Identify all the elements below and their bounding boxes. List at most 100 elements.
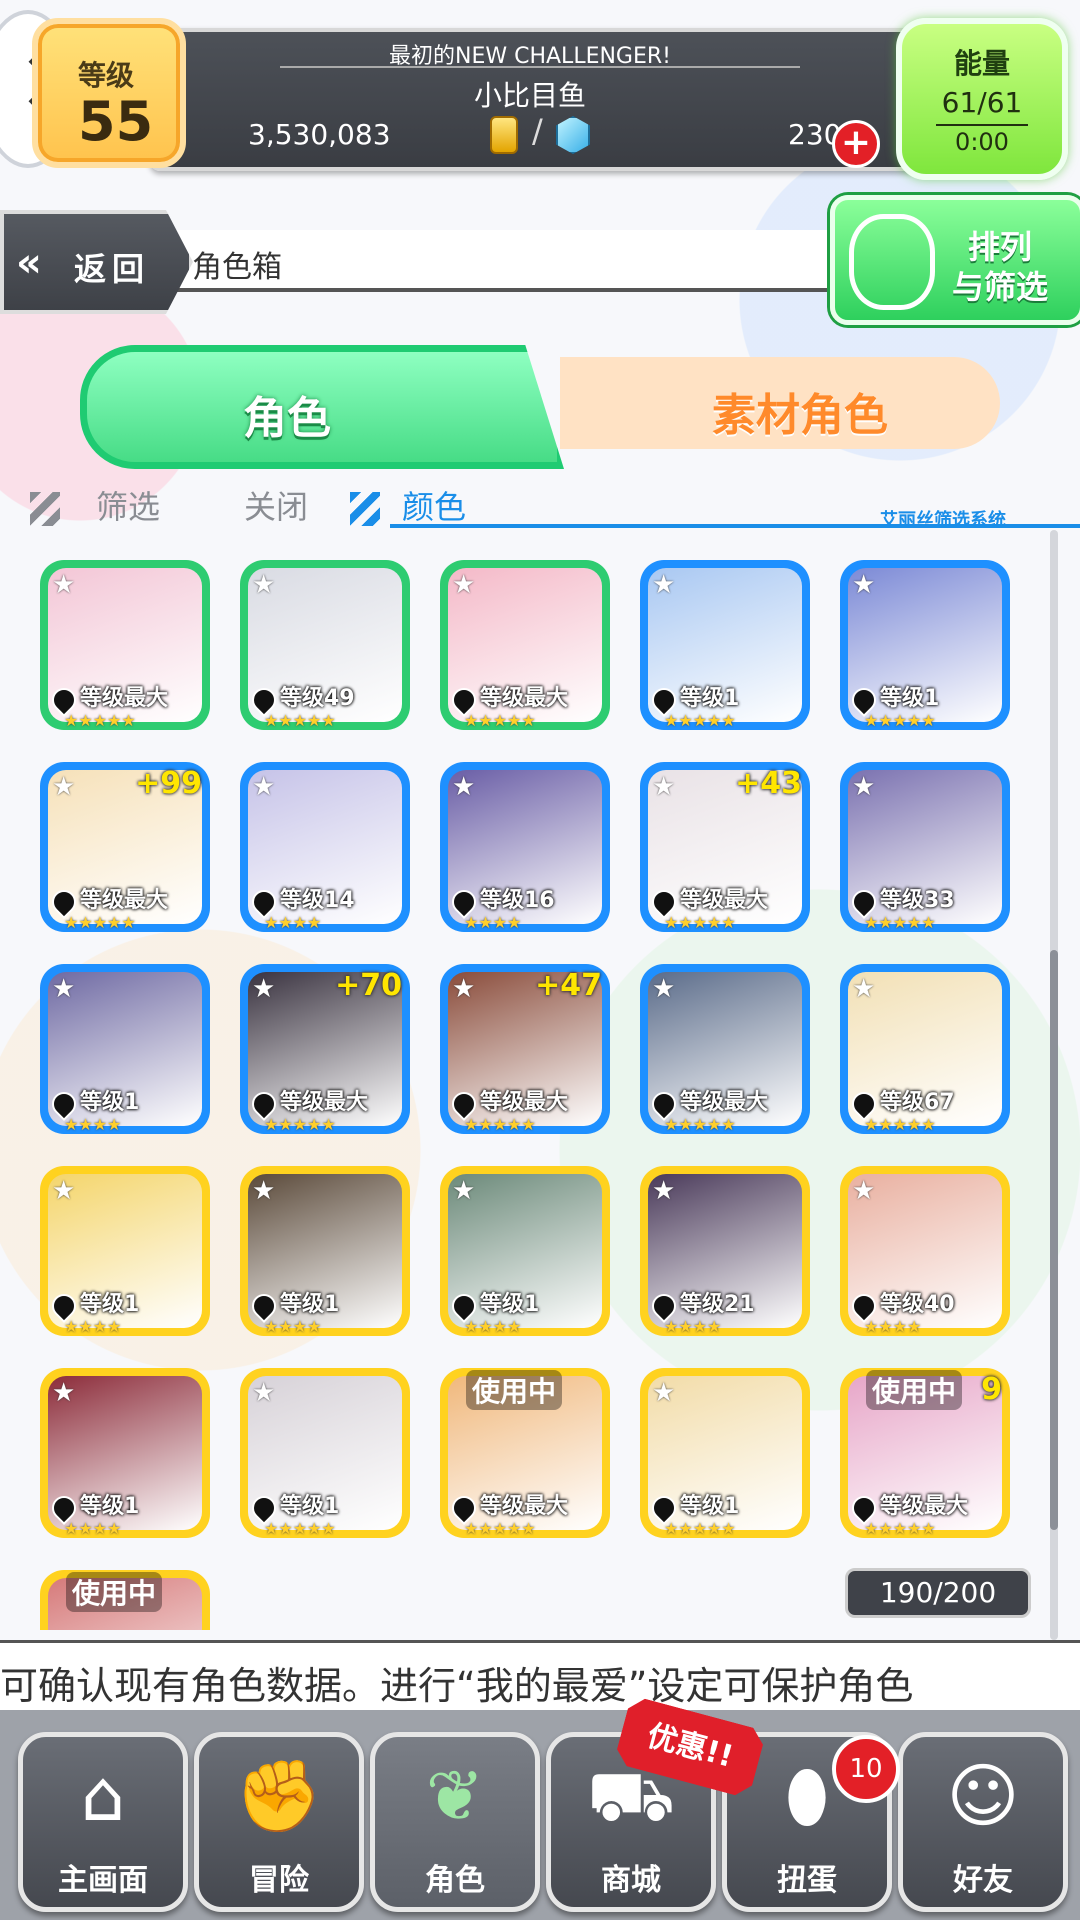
filter-color-option[interactable]: 颜色	[402, 482, 466, 528]
energy-timer: 0:00	[955, 128, 1009, 156]
scrollbar-thumb[interactable]	[1050, 950, 1058, 1530]
level-value: 55	[78, 90, 154, 153]
character-card[interactable]: ★ 等级1 ★★★★	[40, 1368, 210, 1538]
character-level: 等级33	[880, 888, 955, 913]
character-level: 等级21	[680, 1292, 755, 1317]
tab-label: 角色	[243, 393, 331, 444]
favorite-star-icon[interactable]: ★	[252, 570, 275, 600]
character-level: 等级1	[680, 686, 740, 711]
character-card[interactable]: ★ 等级1 ★★★★	[40, 964, 210, 1134]
favorite-star-icon[interactable]: ★	[652, 974, 675, 1004]
friends-icon: ☺	[946, 1755, 1020, 1837]
rabbit-icon	[849, 214, 935, 310]
page-title: 角色箱	[192, 250, 282, 285]
character-card[interactable]: ★ 等级1 ★★★★	[240, 1166, 410, 1336]
favorite-star-icon[interactable]: ★	[252, 1176, 275, 1206]
character-card[interactable]: ★ 等级1 ★★★★	[440, 1166, 610, 1336]
rarity-stars: ★★★★★	[464, 1519, 536, 1538]
character-card[interactable]: ★ 等级67 ★★★★★	[840, 964, 1010, 1134]
character-level: 等级最大	[680, 888, 769, 913]
player-level-badge: 等级 55	[32, 18, 186, 168]
character-card[interactable]: ★ 使用中 等级最大 ★★★★★	[440, 1368, 610, 1538]
character-tabs: 素材角色 角色	[80, 345, 1010, 469]
character-level: 等级最大	[480, 1494, 569, 1519]
favorite-star-icon[interactable]: ★	[852, 1176, 875, 1206]
character-card[interactable]: ★ 等级1 ★★★★★	[840, 560, 1010, 730]
rarity-stars: ★★★★★	[664, 1115, 736, 1134]
favorite-star-icon[interactable]: ★	[452, 570, 475, 600]
character-card[interactable]: ★ 等级14 ★★★★	[240, 762, 410, 932]
tab-material-characters[interactable]: 素材角色	[560, 357, 1000, 449]
nav-label: 冒险	[249, 1863, 309, 1898]
nav-adventure-button[interactable]: ✊ 冒险	[194, 1732, 364, 1912]
favorite-star-icon[interactable]: ★	[452, 772, 475, 802]
favorite-star-icon[interactable]: ★	[52, 974, 75, 1004]
favorite-star-icon[interactable]: ★	[52, 570, 75, 600]
favorite-star-icon[interactable]: ★	[252, 974, 275, 1004]
scrollbar[interactable]	[1050, 530, 1058, 1640]
character-card[interactable]: ★ 等级1 ★★★★	[40, 1166, 210, 1336]
character-grid: ★ 等级最大 ★★★★★ ★ 等级49 ★★★★★ ★ 等级最大 ★★★★★ ★…	[40, 560, 1040, 1630]
character-card[interactable]: ★ 等级1 ★★★★★	[240, 1368, 410, 1538]
level-label: 等级	[78, 59, 135, 92]
character-level: 等级最大	[680, 1090, 769, 1115]
energy-label: 能量	[953, 47, 1010, 80]
nav-characters-button[interactable]: ❦ 角色	[370, 1732, 540, 1912]
character-card[interactable]: ★ +70 等级最大 ★★★★★	[240, 964, 410, 1134]
favorite-star-icon[interactable]: ★	[652, 1176, 675, 1206]
tab-characters[interactable]: 角色	[80, 345, 564, 469]
character-card[interactable]: ★ +47 等级最大 ★★★★★	[440, 964, 610, 1134]
home-icon: ⌂	[80, 1755, 126, 1837]
character-level: 等级14	[280, 888, 355, 913]
rarity-stars: ★★★★★	[64, 913, 136, 932]
character-level: 等级67	[880, 1090, 955, 1115]
character-card[interactable]: ★ 等级1 ★★★★★	[640, 560, 810, 730]
character-card[interactable]: ★ +43 等级最大 ★★★★★	[640, 762, 810, 932]
favorite-star-icon[interactable]: ★	[652, 772, 675, 802]
energy-panel[interactable]: 能量 61/61 0:00	[896, 18, 1068, 180]
nav-home-button[interactable]: ⌂ 主画面	[18, 1732, 188, 1912]
sort-filter-button[interactable]: 排列 与筛选	[830, 195, 1080, 325]
favorite-star-icon[interactable]: ★	[52, 1176, 75, 1206]
favorite-star-icon[interactable]: ★	[452, 974, 475, 1004]
character-card[interactable]: ★ 等级33 ★★★★★	[840, 762, 1010, 932]
character-card[interactable]: ★ 等级1 ★★★★★	[640, 1368, 810, 1538]
character-card[interactable]: ★ 等级最大 ★★★★★	[440, 560, 610, 730]
character-card[interactable]: ★ 等级最大 ★★★★★	[40, 560, 210, 730]
favorite-star-icon[interactable]: ★	[52, 1378, 75, 1408]
add-gems-button[interactable]: +	[832, 120, 880, 168]
favorite-star-icon[interactable]: ★	[852, 570, 875, 600]
favorite-star-icon[interactable]: ★	[652, 1378, 675, 1408]
rarity-stars: ★★★★★	[864, 711, 936, 730]
character-card[interactable]: ★ 使用中	[40, 1570, 210, 1630]
character-card[interactable]: ★ 等级21 ★★★★	[640, 1166, 810, 1336]
favorite-star-icon[interactable]: ★	[252, 772, 275, 802]
character-level: 等级1	[80, 1292, 140, 1317]
energy-value: 61/61	[941, 86, 1023, 119]
character-card[interactable]: ★ 等级16 ★★★★	[440, 762, 610, 932]
character-card[interactable]: ★ +99 等级最大 ★★★★★	[40, 762, 210, 932]
character-card[interactable]: ★ 等级最大 ★★★★★	[640, 964, 810, 1134]
rarity-stars: ★★★★	[64, 1317, 122, 1336]
filter-off-toggle[interactable]: 关闭	[244, 482, 308, 528]
favorite-star-icon[interactable]: ★	[652, 570, 675, 600]
character-card[interactable]: ★ 等级49 ★★★★★	[240, 560, 410, 730]
favorite-star-icon[interactable]: ★	[252, 1378, 275, 1408]
rarity-stars: ★★★★★	[264, 1115, 336, 1134]
back-button[interactable]: « 返回	[0, 210, 193, 314]
favorite-star-icon[interactable]: ★	[852, 974, 875, 1004]
rarity-stars: ★★★★	[464, 1317, 522, 1336]
character-card[interactable]: ★ 9 使用中 等级最大 ★★★★★	[840, 1368, 1010, 1538]
character-level: 等级最大	[480, 1090, 569, 1115]
nav-friends-button[interactable]: ☺ 好友	[898, 1732, 1068, 1912]
plus-value: +99	[135, 766, 202, 801]
favorite-star-icon[interactable]: ★	[52, 772, 75, 802]
character-card[interactable]: ★ 等级40 ★★★★	[840, 1166, 1010, 1336]
favorite-star-icon[interactable]: ★	[852, 772, 875, 802]
gacha-notification-badge: 10	[832, 1735, 900, 1803]
info-ticker: 可确认现有角色数据。进行“我的最爱”设定可保护角色	[0, 1640, 1080, 1716]
rarity-stars: ★★★★	[664, 1317, 722, 1336]
favorite-star-icon[interactable]: ★	[452, 1176, 475, 1206]
in-use-label: 使用中	[866, 1370, 963, 1410]
rarity-stars: ★★★★	[64, 1115, 122, 1134]
